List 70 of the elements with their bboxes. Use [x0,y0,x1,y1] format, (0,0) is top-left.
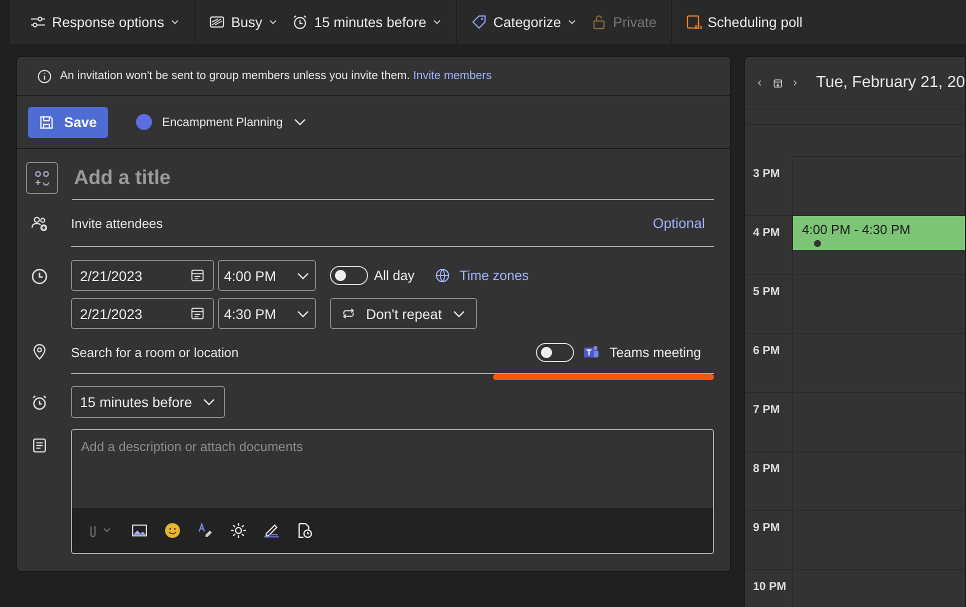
hour-label: 9 PM [752,521,781,536]
repeat-dropdown[interactable]: Don't repeat [330,298,477,329]
day-view-date: Tue, February 21, 20 [816,74,965,92]
info-icon [37,68,52,84]
sun-icon[interactable] [230,522,247,539]
chevron-icon [292,117,307,127]
hour-label: 6 PM [752,344,781,359]
status-icon [209,14,226,30]
add-people-icon [31,215,48,232]
tag-icon [471,14,488,30]
date-field[interactable]: 2/21/2023 [71,260,214,291]
hour-label: 8 PM [752,462,781,477]
notice-text: An invitation won't be sent to group members unless you invite them. Invite members [60,70,492,82]
image-icon[interactable] [131,522,148,539]
calendar-icon [190,268,205,283]
calendar-icon [190,306,205,321]
hour-label: 4 PM [752,226,781,241]
chevron-icon [432,17,442,27]
toolbar-button[interactable]: Scheduling poll [680,6,809,38]
calendar-color-dot [136,114,152,130]
save-icon [39,114,54,130]
all-day-toggle[interactable] [330,266,368,285]
chevron-icon [566,17,577,27]
toolbar-button[interactable]: Categorize [465,6,583,38]
alarm-clock-icon [31,394,48,410]
toolbar-button[interactable]: 15 minutes before [286,6,448,38]
time-dropdown[interactable]: 4:30 PM [218,298,316,329]
teams-meeting-label: Teams meeting [609,344,701,360]
clock-icon [31,268,48,285]
emoji-icon[interactable] [164,522,181,539]
hour-label: 10 PM [752,580,788,595]
lock-icon [590,14,607,30]
chevron-icon [296,270,310,280]
editor-icon[interactable] [197,522,214,539]
notes-icon [31,437,48,454]
poll-icon [686,14,702,30]
hour-label: 7 PM [752,403,781,418]
toolbar-button[interactable]: Response options [24,6,186,38]
sliders-icon [30,14,46,30]
signature-icon[interactable] [263,522,280,539]
reminder-dropdown[interactable]: 15 minutes before [71,386,226,418]
title-field[interactable]: Add a title [72,157,714,200]
location-field[interactable]: Search for a room or location [71,344,536,360]
all-day-label: All day [374,268,415,283]
document-clock-icon[interactable] [296,522,313,539]
event-block[interactable]: 4:00 PM - 4:30 PM [793,216,965,250]
teams-icon [583,344,600,360]
alarm-clock-icon [292,14,308,30]
location-pin-icon [31,343,48,360]
chevron-icon [202,397,216,407]
chevron-icon [296,308,310,318]
teams-meeting-toggle[interactable] [536,342,574,362]
chevron-icon [452,308,466,318]
calendar-picker[interactable]: Encampment Planning [130,113,313,131]
time-zones-link[interactable]: Time zones [434,268,529,283]
chevron-icon [268,17,278,27]
date-field[interactable]: 2/21/2023 [71,298,214,329]
invite-members-link[interactable]: Invite members [413,70,492,82]
toolbar-button[interactable]: Busy [203,6,284,38]
hour-label: 3 PM [752,167,781,182]
optional-link[interactable]: Optional [652,215,705,231]
chevron-icon [170,17,180,27]
hour-label: 5 PM [752,285,781,300]
description-field[interactable]: Add a description or attach documents [71,429,714,508]
apps-icon[interactable] [26,162,58,194]
save-button[interactable]: Save [28,106,108,138]
attendees-field[interactable]: Invite attendees [71,216,653,230]
time-dropdown[interactable]: 4:00 PM [218,260,316,291]
repeat-icon [341,306,356,321]
globe-icon [434,268,450,283]
